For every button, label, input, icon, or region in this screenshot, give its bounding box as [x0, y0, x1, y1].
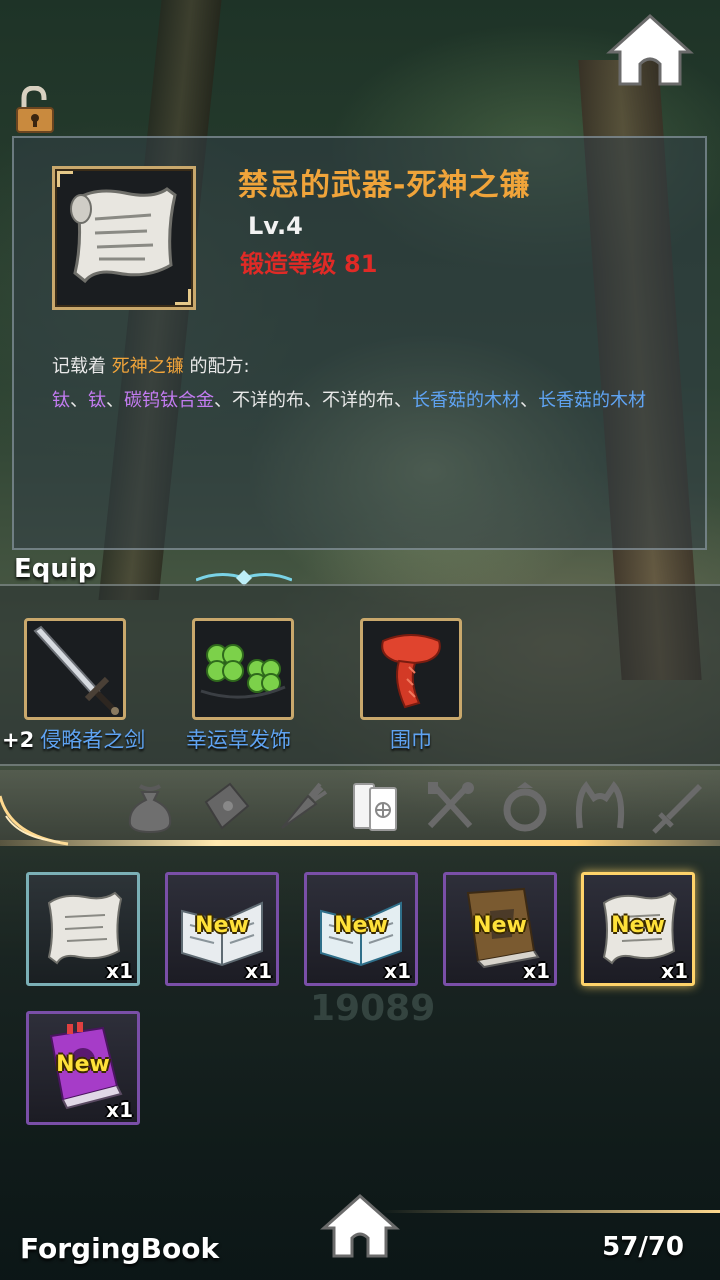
utensils-icon: [427, 782, 474, 829]
equip-slot-accessory[interactable]: [192, 618, 294, 720]
item-quantity: x1: [106, 1098, 133, 1122]
equip-slot-weapon[interactable]: [24, 618, 126, 720]
sword-icon: [652, 784, 702, 834]
equip-label-neck: 围巾: [390, 724, 432, 754]
forge-level: 锻造等级 81: [240, 244, 377, 279]
new-badge: New: [334, 913, 388, 938]
item-title: 禁忌的武器-死神之镰: [238, 168, 531, 203]
equip-name: 幸运草发饰: [186, 728, 291, 752]
material-item: 长香菇的木材: [538, 390, 646, 411]
material-item: 长香菇的木材: [412, 390, 520, 411]
swoosh-ornament: [0, 795, 69, 846]
home-button[interactable]: [320, 1192, 400, 1260]
inventory-slot[interactable]: New x1: [165, 872, 279, 986]
inventory-slot[interactable]: New x1: [443, 872, 557, 986]
item-icon-frame: [52, 166, 196, 310]
new-badge: New: [473, 913, 527, 938]
equip-label-accessory: 幸运草发饰: [186, 724, 291, 754]
new-badge: New: [611, 913, 665, 938]
item-quantity: x1: [384, 959, 411, 983]
inventory-slot-selected[interactable]: New x1: [581, 872, 695, 986]
material-item: 不详的布: [322, 390, 394, 411]
material-separator: 、: [106, 390, 124, 411]
scarf-icon: [381, 634, 441, 709]
sword-icon: [33, 625, 119, 715]
equip-section-title: Equip: [14, 554, 97, 584]
material-item: 钛: [88, 390, 106, 411]
inventory-slot[interactable]: New x1: [304, 872, 418, 986]
home-button[interactable]: [606, 12, 694, 88]
scroll-icon: [70, 187, 177, 284]
item-detail-panel: 禁忌的武器-死神之镰 Lv.4 锻造等级 81 记载着 死神之镰 的配方: 钛、钛…: [12, 136, 707, 550]
item-quantity: x1: [106, 959, 133, 983]
material-separator: 、: [394, 390, 412, 411]
category-tab-books[interactable]: [348, 778, 404, 834]
material-separator: 、: [214, 390, 232, 411]
screen-title: ForgingBook: [20, 1232, 220, 1265]
home-icon: [320, 1193, 400, 1258]
equip-label-weapon: +2 侵略者之剑: [2, 724, 145, 754]
forge-level-value: 81: [344, 250, 378, 278]
inventory-slot[interactable]: x1: [26, 872, 140, 986]
forge-level-label: 锻造等级: [240, 250, 336, 278]
category-tab-food[interactable]: [272, 778, 328, 834]
category-tab-bags[interactable]: [122, 778, 178, 834]
equip-name: 围巾: [390, 728, 432, 752]
footer-divider: [380, 1210, 720, 1213]
material-item: 不详的布: [232, 390, 304, 411]
category-divider: [0, 840, 720, 846]
recipe-target: 死神之镰: [111, 356, 184, 377]
home-icon: [606, 13, 694, 86]
category-tab-headwear[interactable]: [572, 778, 628, 834]
stone-icon: [204, 782, 250, 830]
recipe-intro-suffix: 的配方:: [189, 356, 250, 377]
bag-icon: [128, 784, 172, 834]
recipe-intro: 记载着: [52, 356, 106, 377]
enhance-level: +2: [2, 728, 35, 752]
new-badge: New: [195, 913, 249, 938]
equip-name: 侵略者之剑: [40, 728, 146, 752]
carrot-icon: [281, 782, 328, 829]
new-badge: New: [56, 1052, 110, 1077]
recipe-description: 记载着 死神之镰 的配方: 钛、钛、碳钨钛合金、不详的布、不详的布、长香菇的木材…: [52, 350, 692, 418]
material-item: 钛: [52, 390, 70, 411]
item-quantity: x1: [245, 959, 272, 983]
books-icon: [353, 783, 397, 831]
category-tab-stones[interactable]: [198, 778, 254, 834]
unlock-icon: [16, 85, 54, 133]
clover-icon: [200, 644, 286, 699]
equip-band: +2 侵略者之剑 幸运草发饰 围巾: [0, 584, 720, 766]
headband-icon: [575, 780, 625, 829]
item-quantity: x1: [523, 959, 550, 983]
equip-slot-neck[interactable]: [360, 618, 462, 720]
material-list: 钛、钛、碳钨钛合金、不详的布、不详的布、长香菇的木材、长香菇的木材: [52, 390, 646, 411]
page-count: 57/70: [602, 1232, 684, 1262]
inventory-slot[interactable]: New x1: [26, 1011, 140, 1125]
lock-toggle-button[interactable]: [14, 85, 56, 134]
category-tab-weapons[interactable]: [648, 778, 704, 834]
material-separator: 、: [520, 390, 538, 411]
background-number: 19089: [310, 988, 436, 1029]
item-level: Lv.4: [248, 212, 303, 240]
material-item: 碳钨钛合金: [124, 390, 214, 411]
category-tab-tools[interactable]: [422, 778, 478, 834]
category-tab-rings[interactable]: [497, 778, 553, 834]
material-separator: 、: [304, 390, 322, 411]
item-quantity: x1: [661, 959, 688, 983]
ring-icon: [503, 782, 547, 832]
material-separator: 、: [70, 390, 88, 411]
